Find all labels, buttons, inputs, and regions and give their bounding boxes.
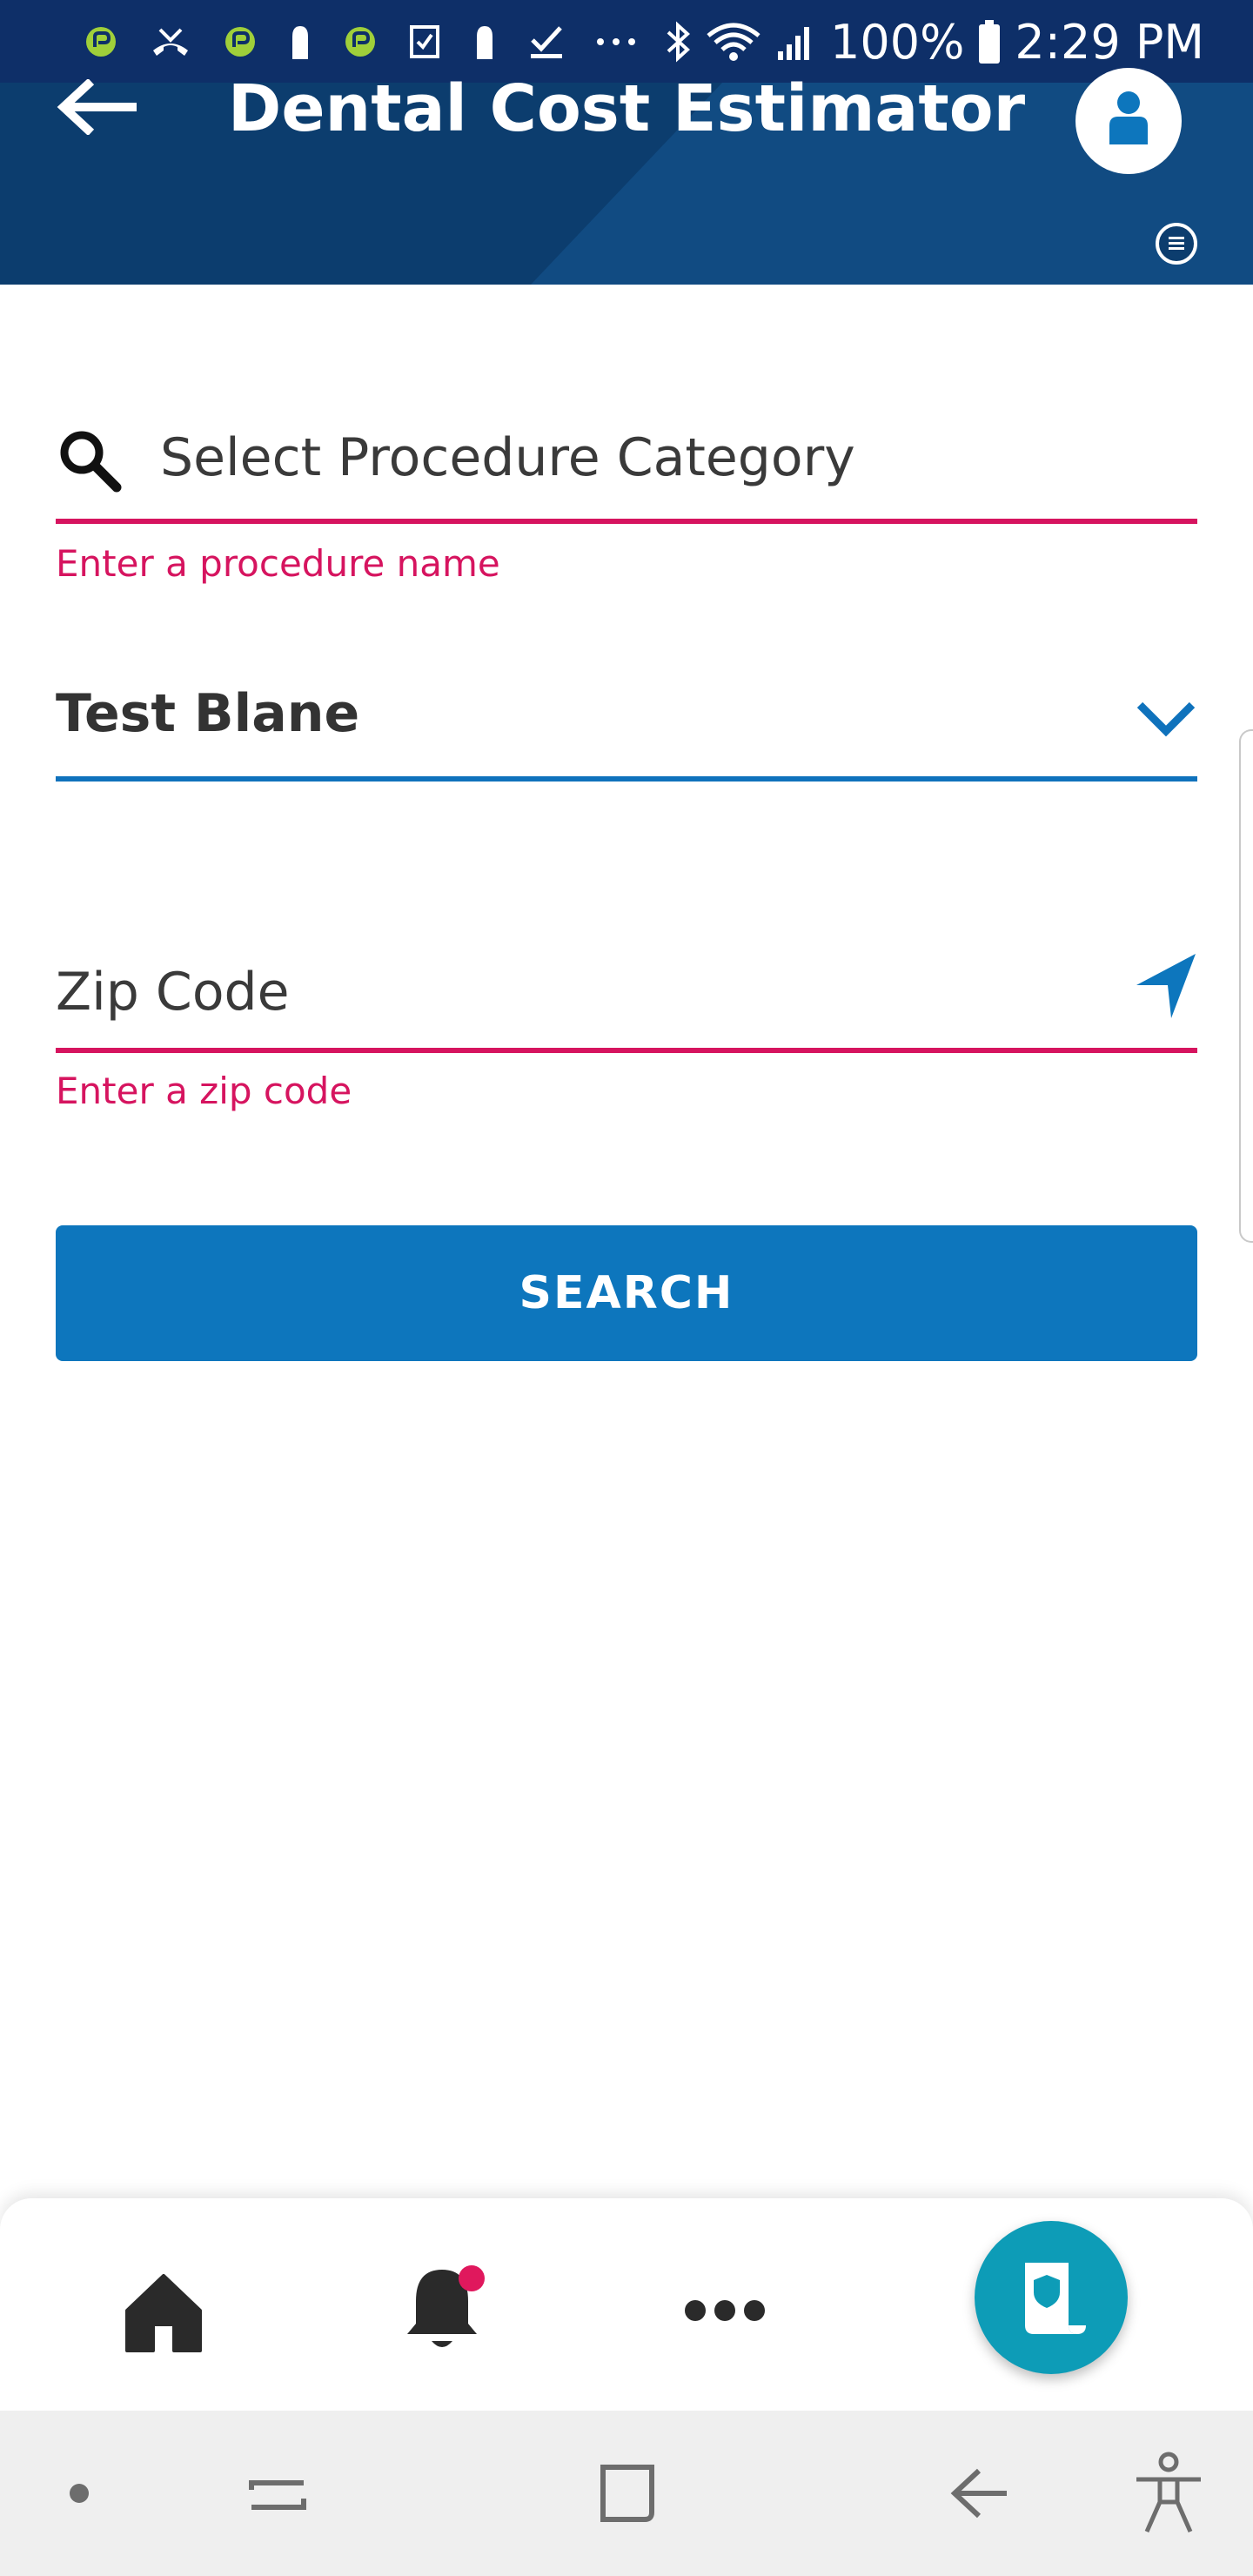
- battery-icon: [979, 20, 1001, 64]
- tag-icon: [292, 26, 308, 59]
- clock: 2:29 PM: [1015, 14, 1204, 70]
- procedure-error: Enter a procedure name: [56, 542, 500, 585]
- app-notification-icon: [225, 27, 255, 57]
- profile-button[interactable]: [1075, 68, 1182, 174]
- zip-error: Enter a zip code: [56, 1070, 352, 1112]
- more-notifications-icon: [597, 38, 635, 45]
- id-card-fab[interactable]: [975, 2221, 1128, 2374]
- page-title: Dental Cost Estimator: [227, 71, 1026, 146]
- bluetooth-icon: [667, 21, 690, 63]
- side-panel-handle[interactable]: [1239, 729, 1253, 1243]
- procedure-search-field[interactable]: Select Procedure Category: [56, 418, 1197, 524]
- chevron-down-icon: [1136, 701, 1196, 737]
- shield-document-icon: [1025, 2263, 1086, 2334]
- tag-icon: [477, 26, 492, 59]
- nav-dot-button[interactable]: [31, 2445, 127, 2541]
- wifi-icon: [707, 23, 761, 61]
- procedure-underline: [56, 519, 1197, 524]
- battery-percentage: 100%: [830, 14, 965, 70]
- zip-code-input[interactable]: Zip Code: [56, 959, 290, 1025]
- user-avatar-icon: [1109, 91, 1148, 144]
- missed-call-icon: [153, 28, 188, 56]
- back-arrow-icon: [950, 2468, 1007, 2519]
- app-notification-icon: [345, 27, 375, 57]
- profile-menu-badge[interactable]: [1156, 223, 1197, 265]
- search-icon: [60, 431, 122, 493]
- accessibility-button[interactable]: [1121, 2445, 1216, 2541]
- menu-icon: [1169, 237, 1184, 250]
- search-button[interactable]: SEARCH: [56, 1225, 1197, 1361]
- checkbox-icon: [410, 25, 439, 58]
- square-icon: [600, 2465, 654, 2522]
- nav-home[interactable]: [107, 2254, 220, 2367]
- zip-underline: [56, 1048, 1197, 1053]
- more-icon: [685, 2300, 765, 2321]
- dot-icon: [70, 2484, 89, 2503]
- signal-icon: [778, 27, 810, 60]
- accessibility-icon: [1136, 2452, 1201, 2533]
- nav-more[interactable]: [668, 2254, 781, 2367]
- plan-selected-value: Test Blane: [56, 683, 360, 744]
- notification-icons: [84, 14, 637, 70]
- app-notification-icon: [86, 27, 116, 57]
- home-system-button[interactable]: [580, 2445, 675, 2541]
- zip-code-field[interactable]: Zip Code: [56, 949, 1197, 1053]
- recents-icon: [249, 2480, 306, 2510]
- location-arrow-icon[interactable]: [1133, 950, 1199, 1020]
- system-back-button[interactable]: [931, 2445, 1027, 2541]
- plan-dropdown[interactable]: Test Blane: [56, 670, 1197, 782]
- notification-badge: [459, 2265, 485, 2291]
- status-indicators: 100% 2:29 PM: [663, 9, 1204, 75]
- procedure-input[interactable]: Select Procedure Category: [160, 425, 1161, 491]
- check-icon: [531, 26, 562, 58]
- recent-apps-button[interactable]: [230, 2445, 325, 2541]
- home-icon: [125, 2274, 202, 2352]
- plan-underline: [56, 776, 1197, 782]
